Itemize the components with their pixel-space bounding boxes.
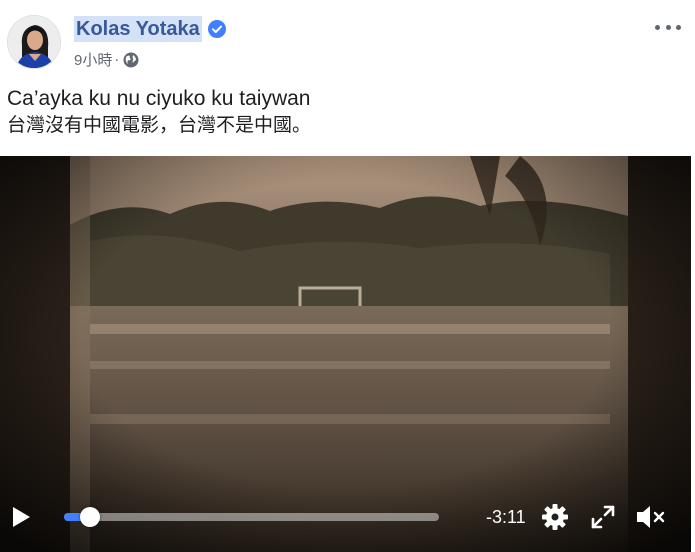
author-name[interactable]: Kolas Yotaka <box>74 16 202 42</box>
avatar-image <box>8 16 60 68</box>
verified-badge-icon <box>207 20 226 38</box>
globe-icon[interactable] <box>123 52 139 68</box>
post-timestamp[interactable]: 9小時 <box>74 49 112 70</box>
time-remaining: -3:11 <box>486 507 526 527</box>
post-text: Ca’ayka ku nu ciyuko ku taiywan 台灣沒有中國電影… <box>7 86 311 139</box>
video-player[interactable]: -3:11 <box>0 156 691 552</box>
expand-icon[interactable] <box>589 503 617 531</box>
play-icon[interactable] <box>10 506 32 528</box>
progress-scrubber[interactable] <box>80 507 100 527</box>
post-meta: 9小時 · <box>74 49 139 70</box>
avatar[interactable] <box>7 15 61 69</box>
post-text-line-2: 台灣沒有中國電影，台灣不是中國。 <box>7 115 312 136</box>
video-controls: -3:11 <box>0 492 691 552</box>
meta-separator: · <box>114 51 120 68</box>
post-header: Kolas Yotaka 9小時 · <box>0 0 695 80</box>
progress-bar[interactable] <box>64 507 439 527</box>
muted-speaker-icon[interactable] <box>634 503 666 531</box>
author-row: Kolas Yotaka <box>74 16 226 42</box>
post-text-line-1: Ca’ayka ku nu ciyuko ku taiywan <box>7 87 311 110</box>
more-options-icon[interactable] <box>655 18 681 36</box>
gear-icon[interactable] <box>541 503 569 531</box>
